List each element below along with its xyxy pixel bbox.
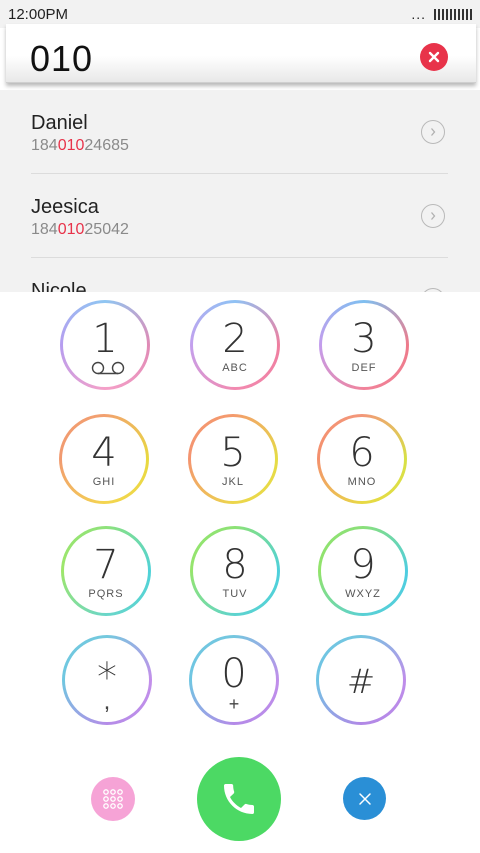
key-star[interactable]: * , (62, 635, 152, 725)
contact-detail-button[interactable] (421, 204, 445, 228)
key-hash[interactable]: # (316, 635, 406, 725)
chevron-right-icon (431, 128, 436, 136)
dialed-number-input[interactable]: 010 (30, 38, 93, 80)
clear-icon (428, 51, 440, 63)
dialpad-toggle-button[interactable] (91, 777, 135, 821)
key-digit: 6 (349, 430, 375, 476)
key-5[interactable]: 5 JKL (188, 414, 278, 504)
overflow-dots-icon: ... (411, 6, 426, 22)
key-digit: 5 (220, 430, 246, 476)
voicemail-icon (91, 361, 125, 375)
dialpad-grid-icon (103, 789, 123, 809)
key-letters: GHI (92, 476, 116, 488)
search-header: 010 (6, 24, 476, 83)
key-digit: 4 (91, 430, 117, 476)
key-digit: 0 (221, 651, 247, 697)
phone-icon (224, 784, 254, 814)
contact-name: Jeesica (31, 196, 99, 218)
signal-icon (434, 8, 472, 20)
key-letters: ABC (222, 362, 248, 374)
key-digit: 7 (93, 542, 119, 588)
key-1[interactable]: 1 (60, 300, 150, 390)
contact-item[interactable]: Jeesica 18401025042 (31, 174, 448, 258)
key-letters: + (228, 694, 240, 714)
clear-button[interactable] (420, 43, 448, 71)
contact-number: 18401024685 (31, 137, 129, 154)
key-7[interactable]: 7 PQRS (61, 526, 151, 616)
key-digit: 3 (351, 316, 377, 362)
key-digit: 9 (350, 542, 376, 588)
key-digit: # (346, 662, 376, 702)
contact-name: Daniel (31, 112, 88, 134)
key-digit: 1 (92, 316, 118, 362)
call-button[interactable] (197, 757, 281, 841)
key-0[interactable]: 0 + (189, 635, 279, 725)
key-letters: TUV (222, 588, 248, 600)
contact-item[interactable]: Nicole (31, 258, 448, 292)
contact-list: Daniel 18401024685 Jeesica 18401025042 N… (0, 90, 480, 292)
status-time: 12:00PM (8, 5, 69, 23)
key-letters: DEF (351, 362, 377, 374)
key-3[interactable]: 3 DEF (319, 300, 409, 390)
key-9[interactable]: 9 WXYZ (318, 526, 408, 616)
key-6[interactable]: 6 MNO (317, 414, 407, 504)
key-letters: WXYZ (345, 588, 381, 600)
key-4[interactable]: 4 GHI (59, 414, 149, 504)
chevron-right-icon (431, 212, 436, 220)
key-letters: JKL (222, 476, 244, 488)
key-2[interactable]: 2 ABC (190, 300, 280, 390)
contact-name: Nicole (31, 280, 87, 292)
key-digit: 8 (222, 542, 248, 588)
key-8[interactable]: 8 TUV (190, 526, 280, 616)
status-indicators: ... (411, 7, 472, 21)
contact-number: 18401025042 (31, 221, 129, 238)
delete-button[interactable] (343, 777, 386, 820)
key-digit: 2 (222, 316, 248, 362)
contact-detail-button[interactable] (421, 120, 445, 144)
contact-item[interactable]: Daniel 18401024685 (31, 90, 448, 174)
close-icon (358, 792, 371, 805)
key-letters: MNO (347, 476, 377, 488)
key-letters: PQRS (88, 588, 124, 600)
key-letters: , (103, 688, 111, 715)
